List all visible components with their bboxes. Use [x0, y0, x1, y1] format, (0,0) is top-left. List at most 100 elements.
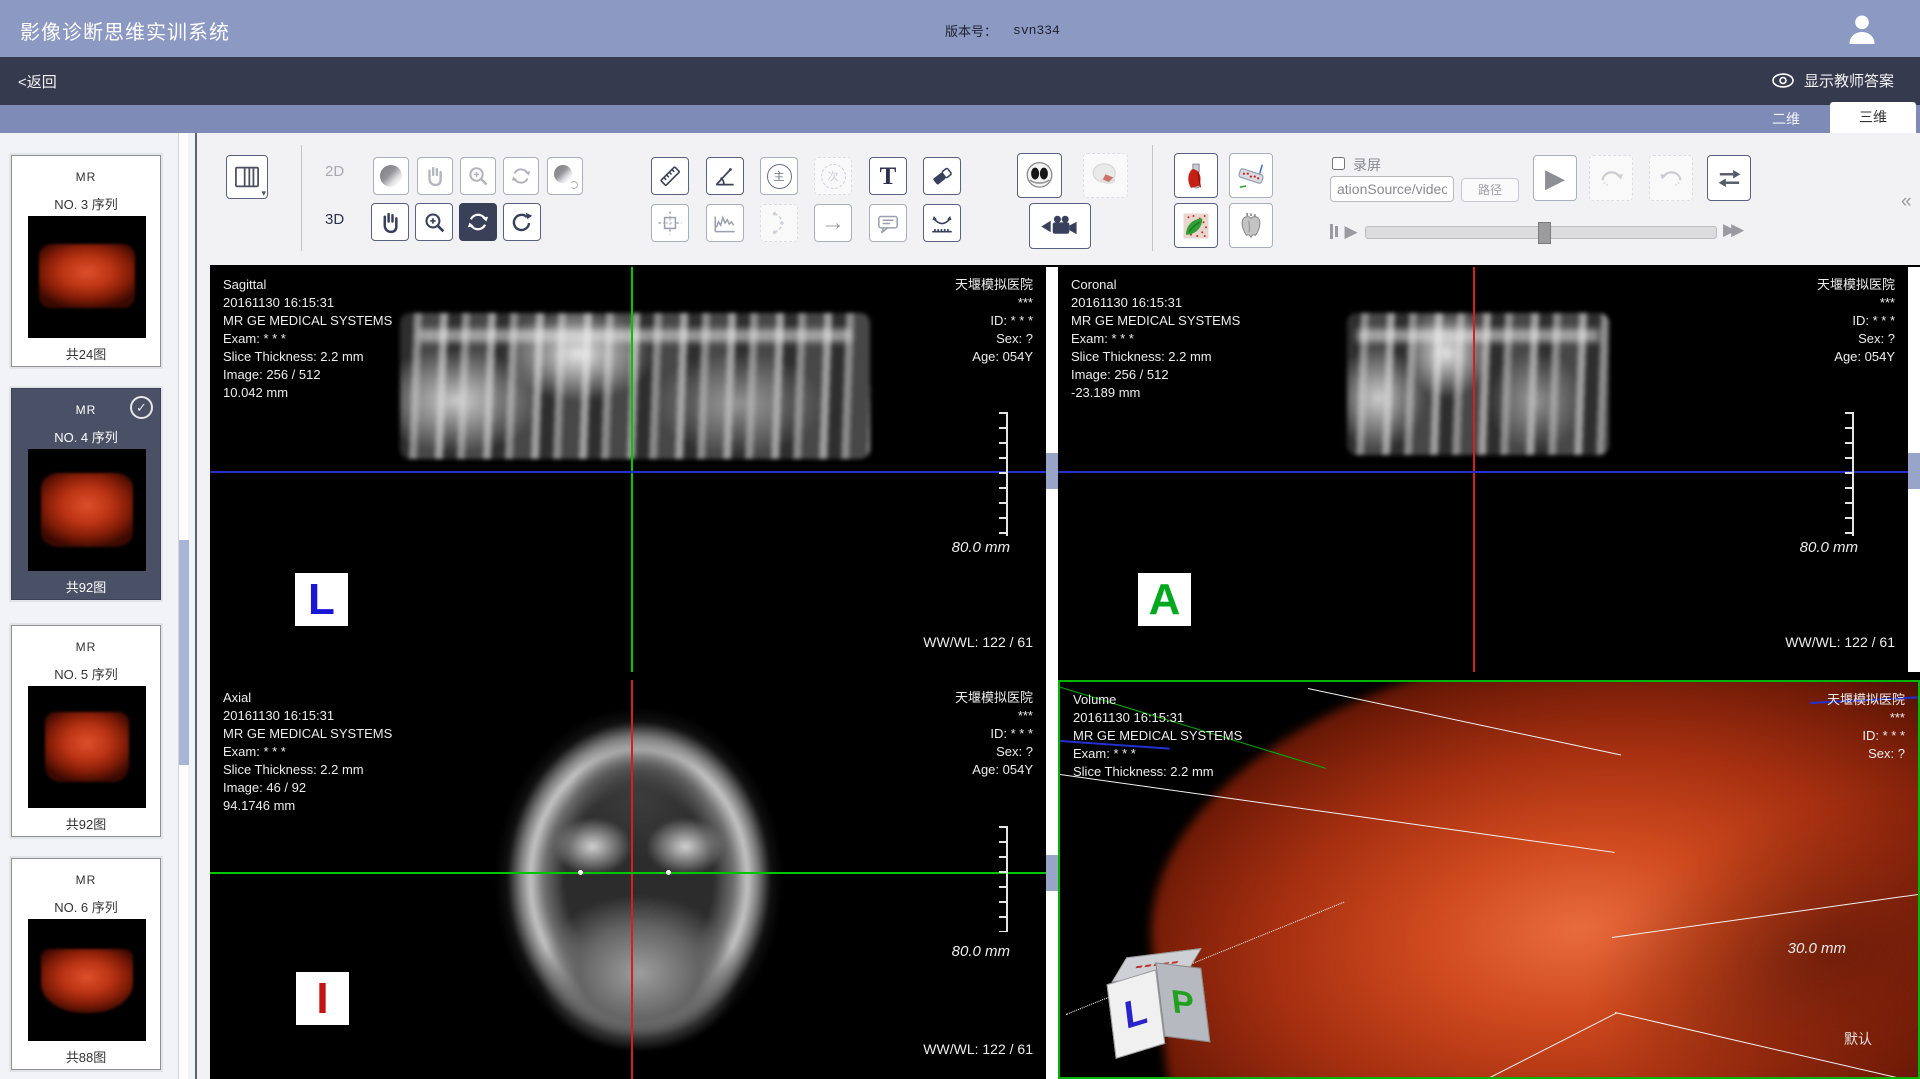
- eraser-button[interactable]: [923, 157, 961, 195]
- swap-arrows-icon: [1715, 164, 1744, 193]
- main-roi-button[interactable]: 主: [760, 157, 798, 195]
- record-path-input[interactable]: [1330, 176, 1454, 202]
- crosshair-vertical-green[interactable]: [631, 267, 633, 672]
- lung-ct-preset-button[interactable]: [1017, 153, 1062, 198]
- rotate-cw-play-button[interactable]: [1589, 155, 1633, 201]
- series-count: 共92图: [12, 577, 160, 596]
- layout-grid-icon: [233, 163, 261, 191]
- series-card-4[interactable]: ✓ MR NO. 4 序列 共92图: [11, 388, 161, 600]
- series-thumbnail: [28, 216, 146, 338]
- viewport-volume-3d[interactable]: Volume20161130 16:15:31 MR GE MEDICAL SY…: [1058, 680, 1920, 1079]
- pan-3d-button[interactable]: [371, 203, 409, 241]
- record-checkbox[interactable]: [1332, 157, 1345, 170]
- segmentation-preset-button[interactable]: [1174, 203, 1218, 248]
- text-annotation-button[interactable]: T: [869, 157, 907, 195]
- spline-button[interactable]: [760, 204, 798, 242]
- series-modality: MR: [12, 170, 160, 184]
- speed-fast-button[interactable]: ▶▶: [1723, 221, 1739, 238]
- tab-2d[interactable]: 二维: [1746, 105, 1826, 133]
- rotate-2d-button[interactable]: [503, 157, 539, 195]
- zoom-3d-button[interactable]: [415, 203, 453, 241]
- slice-scrollbar-right-column[interactable]: [1908, 267, 1920, 672]
- curved-arrow-right-icon: [1597, 164, 1626, 193]
- user-avatar-button[interactable]: [1842, 9, 1882, 49]
- secondary-circle-icon: 次: [821, 164, 846, 189]
- roi-box-button[interactable]: [651, 204, 689, 242]
- ruler-icon: [657, 163, 683, 189]
- swap-direction-button[interactable]: [1707, 155, 1751, 201]
- back-button[interactable]: <返回: [18, 71, 57, 92]
- heart-icon: [1236, 211, 1266, 241]
- version-label: 版本号：: [945, 21, 997, 40]
- contrast-circle-icon: [380, 165, 402, 187]
- angle-button[interactable]: [706, 157, 744, 195]
- sidebar-scrollbar[interactable]: [178, 133, 188, 1079]
- scale-label: 80.0 mm: [952, 943, 1010, 960]
- wwwl-readout: WW/WL: 122 / 61: [1785, 634, 1895, 650]
- series-card-6[interactable]: MR NO. 6 序列 共88图: [11, 858, 161, 1070]
- leaf-segmentation-icon: [1181, 211, 1211, 241]
- speed-slow-button[interactable]: ▶: [1330, 223, 1358, 241]
- secondary-roi-button[interactable]: 次: [814, 157, 852, 195]
- pan-2d-button[interactable]: [417, 157, 453, 195]
- knee-preset-button[interactable]: [1174, 153, 1218, 198]
- skull-preset-button[interactable]: [1083, 153, 1128, 198]
- video-camera-back-icon: [1039, 212, 1081, 241]
- tab-3d[interactable]: 三维: [1830, 102, 1916, 133]
- curve-ruler-button[interactable]: [923, 204, 961, 242]
- scale-label: 30.0 mm: [1788, 940, 1846, 957]
- slice-scrollbar-left-column[interactable]: [1046, 267, 1058, 1079]
- arrow-annotation-button[interactable]: →: [814, 204, 852, 242]
- wwwl-2d-button[interactable]: [373, 157, 409, 195]
- speed-slider[interactable]: [1365, 226, 1717, 239]
- wwwl-rotate-2d-button[interactable]: [547, 157, 583, 195]
- crosshair-horizontal-blue[interactable]: [1058, 471, 1908, 473]
- comment-button[interactable]: [869, 204, 907, 242]
- sagittal-mri-image: [400, 313, 870, 459]
- crosshair-vertical-red[interactable]: [631, 680, 633, 1079]
- layout-button[interactable]: ▾: [226, 155, 268, 199]
- dicom-info-overlay: Sagittal20161130 16:15:31 MR GE MEDICAL …: [223, 276, 392, 402]
- viewport-sagittal[interactable]: Sagittal20161130 16:15:31 MR GE MEDICAL …: [210, 267, 1046, 672]
- curve-ruler-icon: [929, 210, 955, 236]
- skull-3d-icon: [1090, 160, 1121, 191]
- curved-arrow-left-icon: [1657, 164, 1686, 193]
- rotate-ccw-play-button[interactable]: [1649, 155, 1693, 201]
- path-button[interactable]: 路径: [1461, 178, 1519, 202]
- slice-scrollbar-thumb[interactable]: [1046, 453, 1058, 489]
- patient-info-overlay: 天堰模拟医院*** ID: * * *Sex: ? Age: 054Y: [1817, 276, 1895, 366]
- play-button[interactable]: ▶: [1533, 155, 1577, 201]
- orientation-cube[interactable]: L P: [1104, 947, 1227, 1072]
- heart-preset-button[interactable]: [1229, 203, 1273, 248]
- spine-preset-button[interactable]: [1229, 153, 1273, 198]
- zoom-2d-button[interactable]: [460, 157, 496, 195]
- patient-info-overlay: 天堰模拟医院*** ID: * * *Sex: ? Age: 054Y: [955, 689, 1033, 779]
- wwwl-readout: WW/WL: 122 / 61: [923, 634, 1033, 650]
- main-circle-icon: 主: [767, 164, 792, 189]
- play-icon: ▶: [1545, 165, 1565, 191]
- crosshair-horizontal-blue[interactable]: [210, 471, 1046, 473]
- ruler-button[interactable]: [651, 157, 689, 195]
- reset-default-button[interactable]: 默认: [1844, 1029, 1872, 1049]
- export-video-button[interactable]: [1029, 203, 1091, 249]
- lung-ct-icon: [1024, 160, 1055, 191]
- series-card-3[interactable]: MR NO. 3 序列 共24图: [11, 155, 161, 367]
- collapse-chevron[interactable]: «: [1901, 191, 1912, 213]
- slice-scrollbar-thumb[interactable]: [1046, 855, 1058, 891]
- profile-curve-button[interactable]: [706, 204, 744, 242]
- hand-icon: [378, 210, 403, 235]
- series-thumbnail: [28, 449, 146, 571]
- dicom-info-overlay: Volume20161130 16:15:31 MR GE MEDICAL SY…: [1073, 691, 1242, 781]
- speed-slider-thumb[interactable]: [1538, 222, 1551, 244]
- crosshair-horizontal-green[interactable]: [210, 872, 1046, 874]
- orientation-letter: A: [1138, 573, 1191, 626]
- sidebar-scrollbar-thumb[interactable]: [179, 540, 189, 765]
- rotate-3d-button[interactable]: [459, 203, 497, 241]
- reset-rotate-3d-button[interactable]: [503, 203, 541, 241]
- crosshair-vertical-red[interactable]: [1473, 267, 1475, 672]
- viewport-coronal[interactable]: Coronal20161130 16:15:31 MR GE MEDICAL S…: [1058, 267, 1908, 672]
- show-teacher-answer-button[interactable]: 显示教师答案: [1771, 70, 1894, 91]
- slice-scrollbar-thumb[interactable]: [1908, 453, 1920, 489]
- viewport-axial[interactable]: Axial20161130 16:15:31 MR GE MEDICAL SYS…: [210, 680, 1046, 1079]
- series-card-5[interactable]: MR NO. 5 序列 共92图: [11, 625, 161, 837]
